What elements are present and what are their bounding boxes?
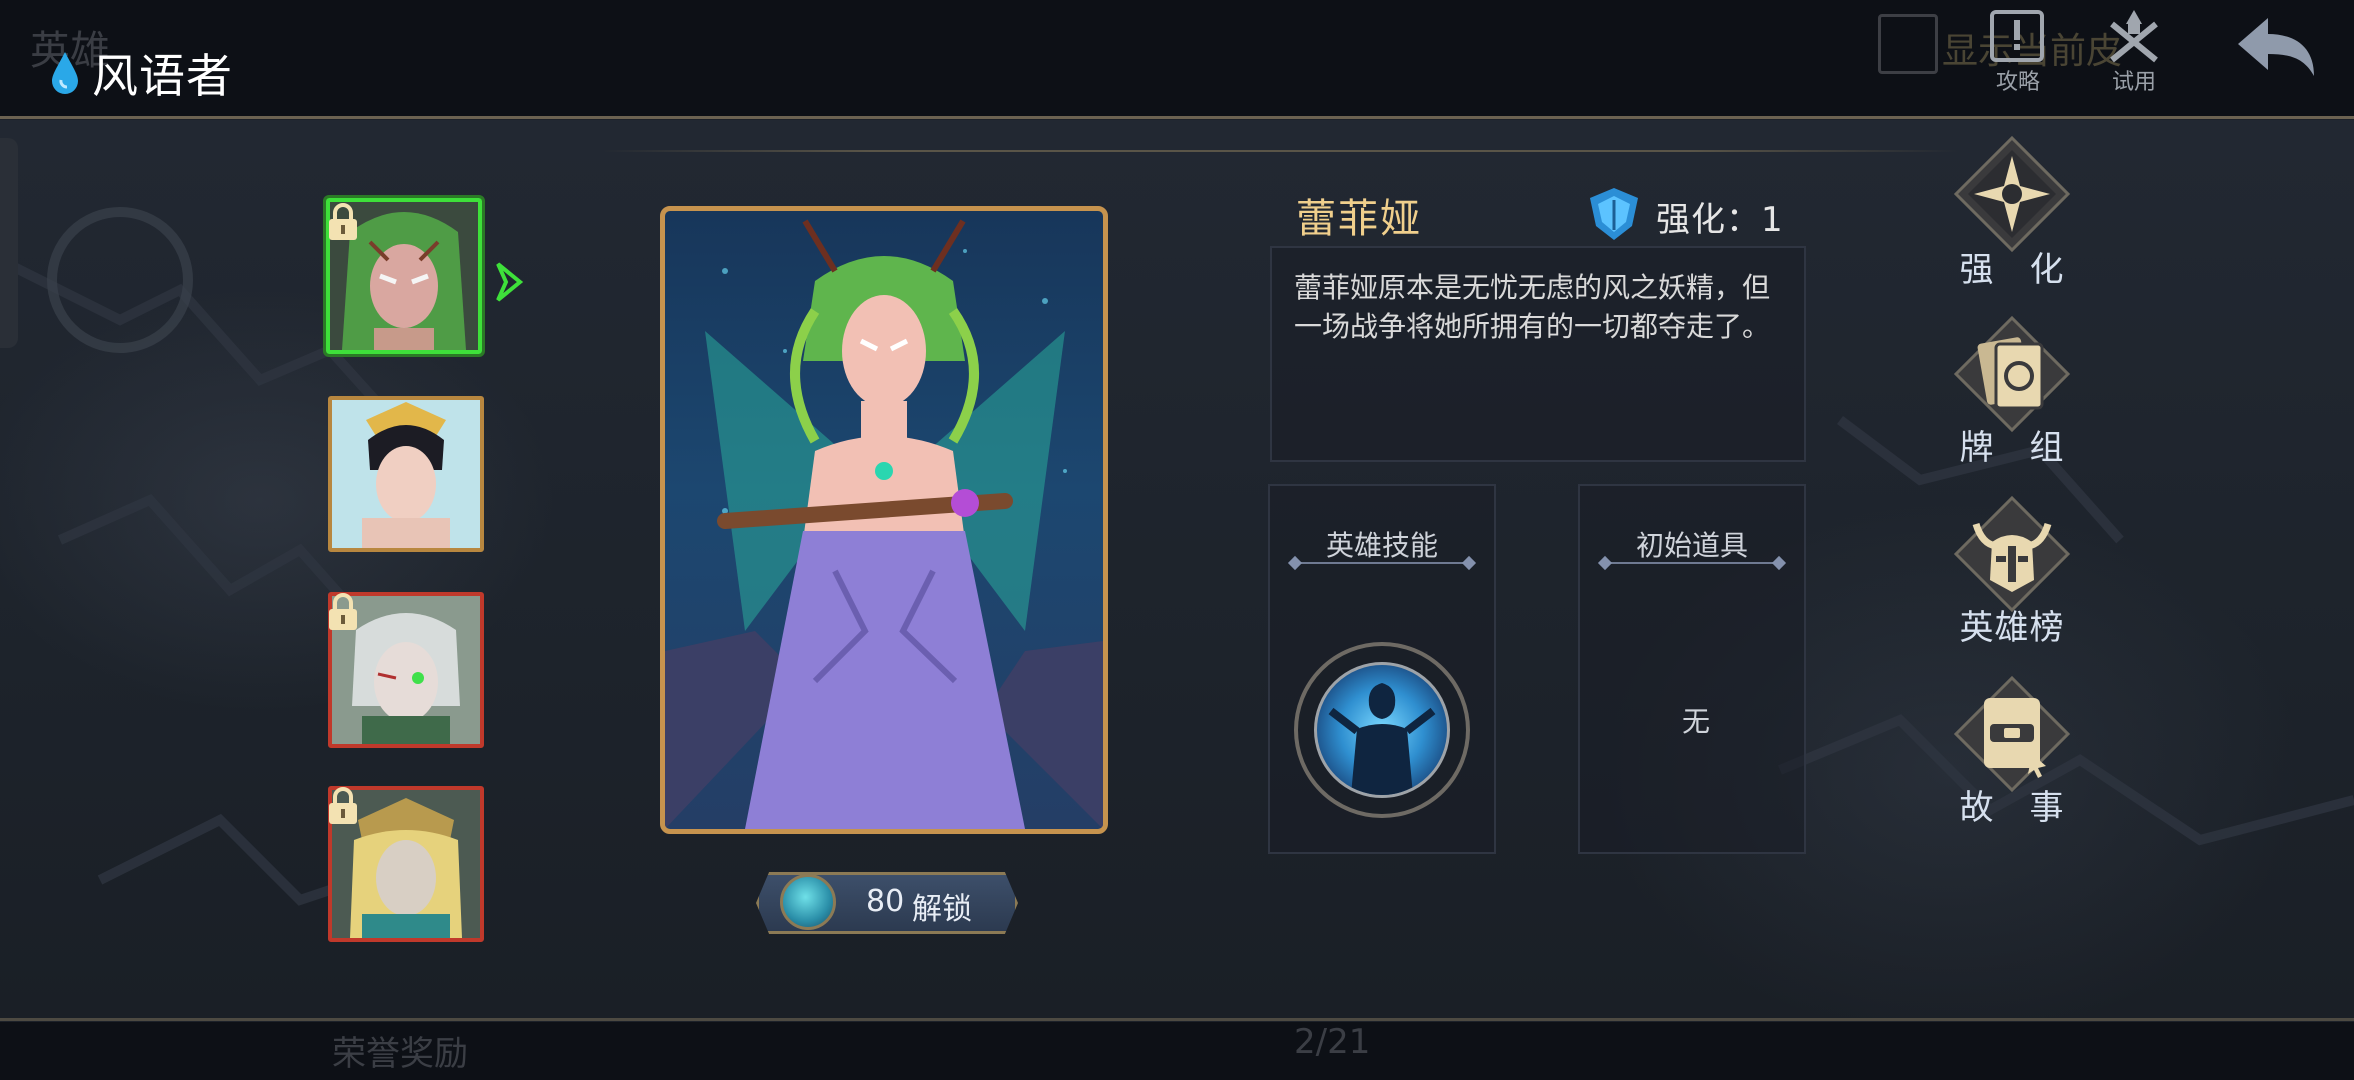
story-menu-label: 故 事 (1959, 788, 2065, 828)
deck-menu-label: 牌 组 (1959, 428, 2065, 468)
guide-book-icon (1990, 10, 2044, 62)
compass-star-icon (1953, 135, 2071, 253)
trial-button[interactable]: 试用 (2094, 6, 2174, 96)
unlock-label: 解锁 (912, 892, 972, 927)
selected-arrow-icon (496, 262, 524, 302)
left-side-tab[interactable] (0, 138, 18, 348)
ghost-checkbox[interactable] (1878, 14, 1938, 74)
crossed-swords-icon (2110, 10, 2158, 63)
book-icon (1953, 675, 2071, 793)
lock-icon (329, 203, 357, 240)
bottom-divider (0, 1018, 2354, 1021)
hero-name: 蕾菲娅 (1296, 196, 1422, 242)
hero-description: 蕾菲娅原本是无忧无虑的风之妖精，但一场战争将她所拥有的一切都夺走了。 (1270, 246, 1806, 462)
lock-icon (329, 787, 357, 824)
hero-portrait-card (660, 206, 1108, 834)
hero-thumb-2-art (332, 400, 480, 548)
ghost-honor-reward: 荣誉奖励 (332, 1034, 468, 1074)
starting-item-value: 无 (1682, 705, 1711, 738)
lock-icon (329, 593, 357, 630)
enhance-shield-icon (1590, 188, 1638, 240)
enhance-level: 强化：1 (1656, 200, 1784, 240)
back-arrow-icon[interactable] (2230, 10, 2320, 90)
card-deck-icon (1953, 315, 2071, 433)
hero-thumb-2[interactable] (328, 396, 484, 552)
unlock-cost: 80 (866, 884, 905, 919)
water-drop-icon (52, 52, 78, 94)
horned-helmet-icon (1953, 495, 2071, 613)
trial-label: 试用 (2111, 70, 2156, 95)
starting-item-title: 初始道具 (1635, 529, 1748, 562)
item-title-rule (1606, 562, 1778, 564)
top-divider (0, 116, 2354, 119)
page-title: 风语者 (92, 49, 233, 103)
strategy-button[interactable]: 攻略 (1978, 6, 2058, 96)
hero-portrait-art (665, 219, 1103, 829)
silhouette-art (1328, 683, 1436, 795)
page-indicator: 2/21 (1294, 1022, 1371, 1062)
hero-skill-title: 英雄技能 (1325, 529, 1438, 562)
soul-currency-icon (780, 874, 836, 930)
skill-silhouette-icon[interactable] (1314, 662, 1450, 798)
leaderboard-menu-label: 英雄榜 (1959, 608, 2065, 648)
panel-top-rule (600, 150, 1960, 152)
skill-title-rule (1296, 562, 1468, 564)
enhance-menu-label: 强 化 (1959, 250, 2065, 290)
strategy-label: 攻略 (1995, 70, 2040, 95)
